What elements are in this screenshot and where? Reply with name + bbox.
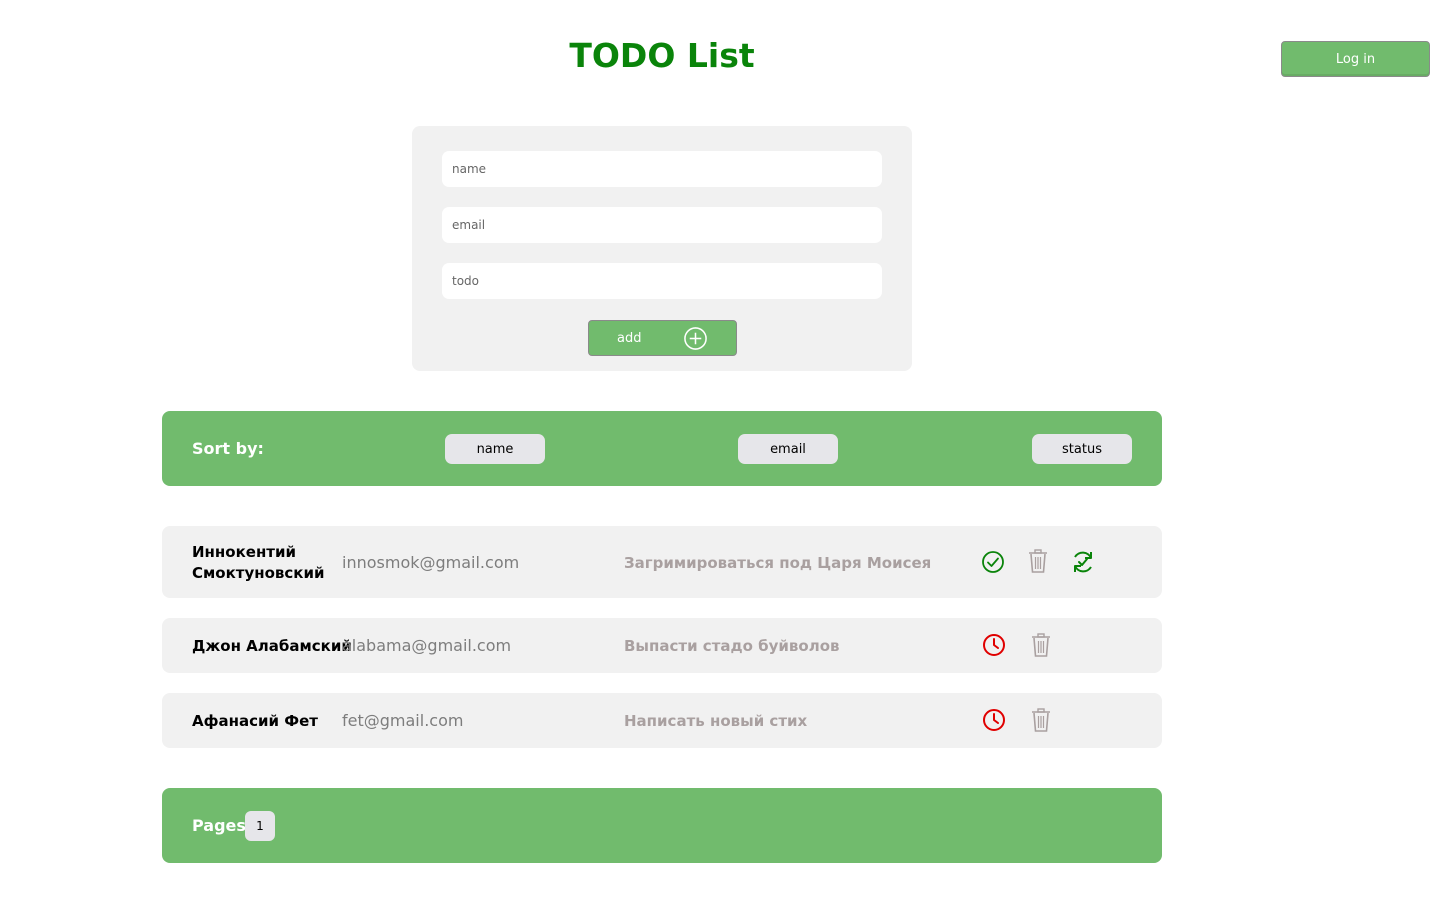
todo-text: Загримироваться под Царя Моисея — [624, 554, 932, 572]
sort-by-status-button[interactable]: status — [1032, 434, 1132, 464]
check-circle-icon[interactable] — [980, 549, 1006, 575]
todo-email: fet@gmail.com — [342, 711, 464, 730]
clock-icon[interactable] — [981, 632, 1007, 658]
todo-text: Написать новый стих — [624, 712, 808, 730]
pagination-bar: Pages: 1 — [162, 788, 1162, 863]
add-button[interactable]: add — [588, 320, 737, 356]
add-todo-form: add — [412, 126, 912, 371]
sort-by-email-button[interactable]: email — [738, 434, 838, 464]
sort-label: Sort by: — [192, 439, 264, 458]
sort-bar: Sort by: name email status — [162, 411, 1162, 486]
todo-text: Выпасти стадо буйволов — [624, 637, 840, 655]
todo-email: innosmok@gmail.com — [342, 553, 520, 572]
pages-label: Pages: — [192, 816, 253, 835]
todo-name: Иннокентий Смоктуновский — [192, 543, 325, 582]
todo-name: Афанасий Фет — [192, 712, 318, 730]
page-title: TODO List — [569, 36, 755, 75]
todo-email: alabama@gmail.com — [342, 636, 512, 655]
trash-icon[interactable] — [1025, 548, 1051, 574]
login-button[interactable]: Log in — [1281, 41, 1430, 77]
email-input[interactable] — [442, 207, 882, 243]
todo-row: Иннокентий Смоктуновский innosmok@gmail.… — [162, 526, 1162, 598]
trash-icon[interactable] — [1028, 707, 1054, 733]
plus-circle-icon — [684, 327, 707, 350]
refresh-check-icon[interactable] — [1070, 549, 1096, 575]
add-button-label: add — [617, 331, 642, 346]
clock-icon[interactable] — [981, 707, 1007, 733]
todo-name: Джон Алабамский — [192, 637, 352, 655]
sort-by-name-button[interactable]: name — [445, 434, 545, 464]
page-button-1[interactable]: 1 — [245, 811, 275, 841]
trash-icon[interactable] — [1028, 632, 1054, 658]
name-input[interactable] — [442, 151, 882, 187]
todo-input[interactable] — [442, 263, 882, 299]
todo-row: Джон Алабамский alabama@gmail.com Выпаст… — [162, 618, 1162, 673]
todo-row: Афанасий Фет fet@gmail.com Написать новы… — [162, 693, 1162, 748]
